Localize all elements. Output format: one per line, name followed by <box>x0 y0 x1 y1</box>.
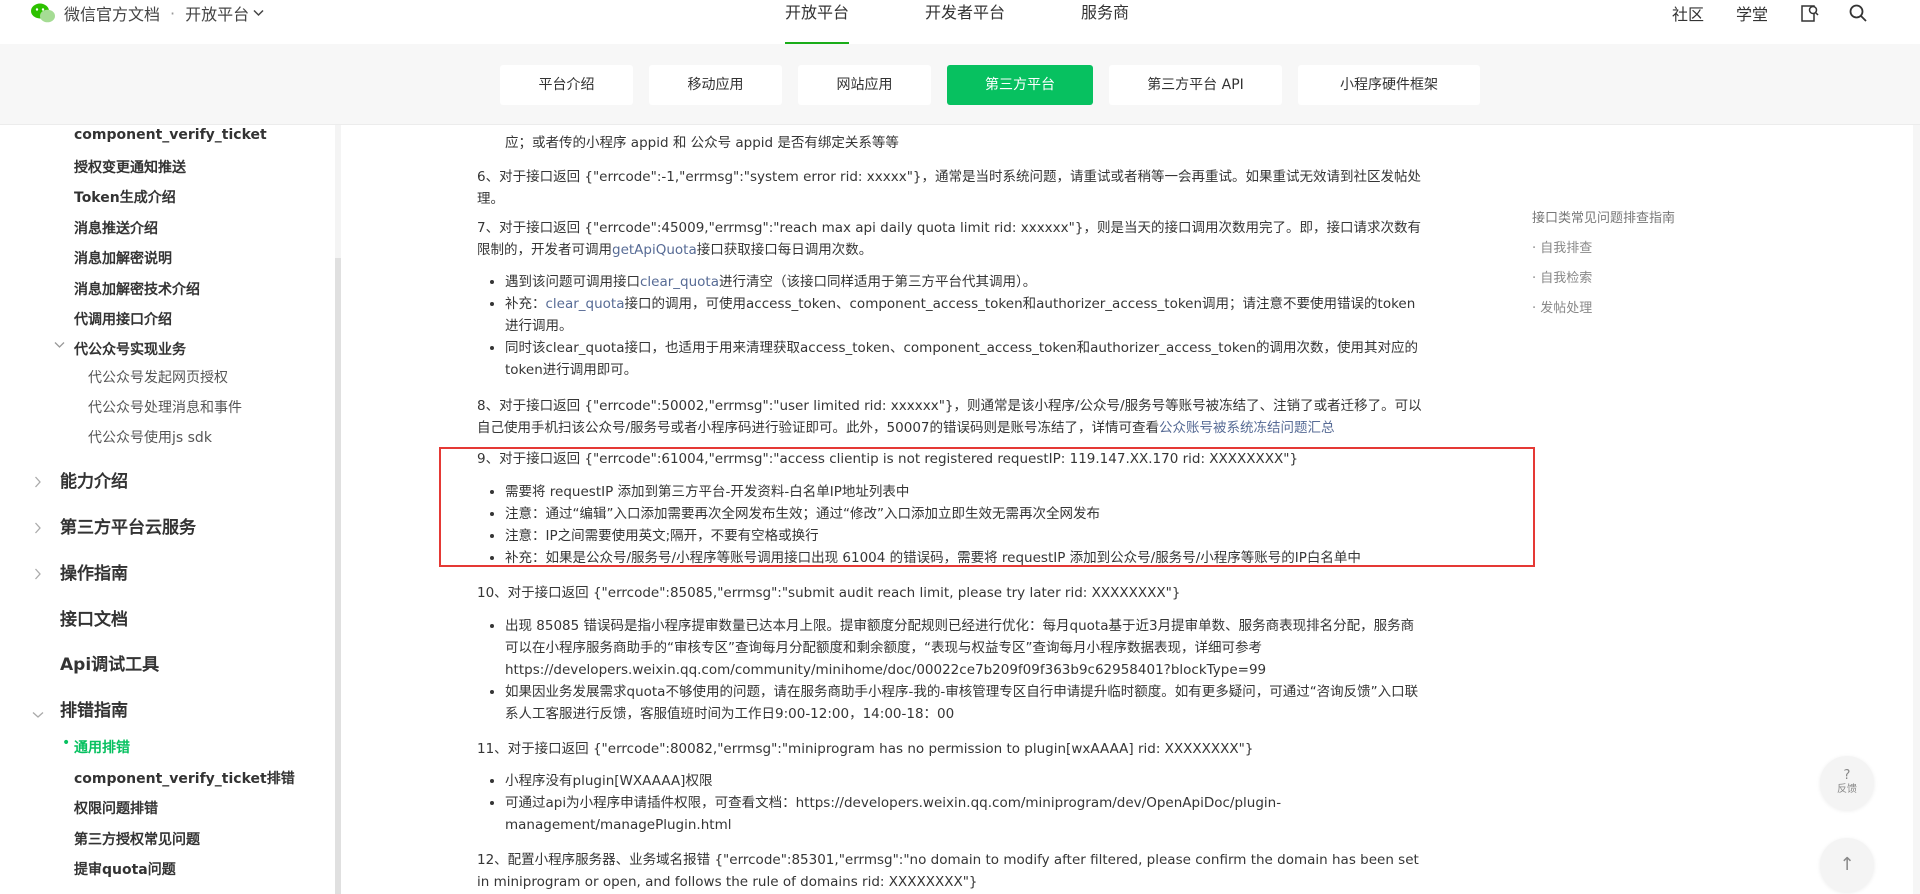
list-item-text: 补充： <box>505 296 546 312</box>
list-item-text: 遇到该问题可调用接口 <box>505 274 640 290</box>
getapiquota-link[interactable]: getApiQuota <box>612 242 697 258</box>
paragraph-7-text-end: 接口获取接口每日调用次数。 <box>696 242 873 258</box>
list-item: 同时该clear_quota接口，也适用于用来清理获取access_token、… <box>505 337 1427 381</box>
page-scrollbar[interactable] <box>1913 125 1920 894</box>
clear-quota-link[interactable]: clear_quota <box>640 274 719 290</box>
paragraph-11: 11、对于接口返回 {"errcode":80082,"errmsg":"min… <box>477 741 1254 757</box>
nav-service-provider[interactable]: 服务商 <box>1081 0 1129 44</box>
toc-item-self-search[interactable]: · 自我检索 <box>1532 266 1675 296</box>
top-header: 微信官方文档 · 开放平台 开放平台 开发者平台 服务商 社区 学堂 <box>0 0 1920 44</box>
tab-website-app[interactable]: 网站应用 <box>798 65 931 105</box>
sidebar-item-proxy-call[interactable]: 代调用接口介绍 <box>74 309 172 329</box>
toc-item-post[interactable]: · 发帖处理 <box>1532 296 1675 326</box>
sidebar-item-cloud-service[interactable]: 第三方平台云服务 <box>60 513 196 538</box>
paragraph-7-list: 遇到该问题可调用接口clear_quota进行清空（该接口同样适用于第三方平台代… <box>477 271 1427 381</box>
back-to-top-button[interactable]: ↑ <box>1820 838 1874 892</box>
sidebar-item-encryption[interactable]: 消息加解密说明 <box>74 248 172 268</box>
sidebar-item-message-push[interactable]: 消息推送介绍 <box>74 218 158 238</box>
nav-academy[interactable]: 学堂 <box>1736 1 1768 25</box>
sidebar-item-general-troubleshooting[interactable]: 通用排错 <box>74 737 130 757</box>
paragraph-12: 12、配置小程序服务器、业务域名报错 {"errcode":85301,"err… <box>477 852 1419 890</box>
sidebar-item-web-auth[interactable]: 代公众号发起网页授权 <box>88 367 228 387</box>
sidebar-scrollbar-thumb[interactable] <box>335 258 341 894</box>
clear-quota-link-2[interactable]: clear_quota <box>546 296 625 312</box>
sidebar-item-auth-faq[interactable]: 第三方授权常见问题 <box>74 829 200 849</box>
list-item: 出现 85085 错误码是指小程序提审数量已达本月上限。提审额度分配规则已经进行… <box>505 615 1427 681</box>
tab-third-party-platform[interactable]: 第三方平台 <box>947 65 1093 105</box>
brand-separator: · <box>170 3 176 23</box>
list-item: 可通过api为小程序申请插件权限，可查看文档：https://developer… <box>505 792 1427 836</box>
sidebar-item-capabilities[interactable]: 能力介绍 <box>60 467 128 492</box>
sidebar-item-messages-events[interactable]: 代公众号处理消息和事件 <box>88 397 242 417</box>
sidebar-item-quota[interactable]: 提审quota问题 <box>74 859 176 879</box>
chevron-right-icon <box>34 565 42 584</box>
main-nav: 开放平台 开发者平台 服务商 <box>785 0 1205 44</box>
sidebar-item-api-debug[interactable]: Api调试工具 <box>60 650 159 675</box>
paragraph-10: 10、对于接口返回 {"errcode":85085,"errmsg":"sub… <box>477 585 1181 601</box>
chevron-right-icon <box>34 519 42 538</box>
sidebar-item-js-sdk[interactable]: 代公众号使用js sdk <box>88 427 212 447</box>
list-item: 小程序没有plugin[WXAAAA]权限 <box>505 770 1427 792</box>
paragraph-8: 8、对于接口返回 {"errcode":50002,"errmsg":"user… <box>477 395 1427 439</box>
paragraph-10-list: 出现 85085 错误码是指小程序提审数量已达本月上限。提审额度分配规则已经进行… <box>477 615 1427 725</box>
sidebar-item-auth-change-push[interactable]: 授权变更通知推送 <box>74 157 186 177</box>
toc-title[interactable]: 接口类常见问题排查指南 <box>1532 206 1675 236</box>
list-item-text: 接口的调用，可使用access_token、component_access_t… <box>505 296 1416 334</box>
paragraph-7: 7、对于接口返回 {"errcode":45009,"errmsg":"reac… <box>477 217 1427 261</box>
sidebar-item-guide[interactable]: 操作指南 <box>60 559 128 584</box>
right-nav: 社区 学堂 <box>1672 0 1896 26</box>
question-icon: ? <box>1843 768 1851 783</box>
list-item-text: 进行清空（该接口同样适用于第三方平台代其调用）。 <box>719 274 1037 290</box>
sidebar-item-permission-troubleshooting[interactable]: 权限问题排错 <box>74 798 158 818</box>
paragraph-6: 6、对于接口返回 {"errcode":-1,"errmsg":"system … <box>477 169 1422 207</box>
chevron-down-icon <box>253 6 264 20</box>
sidebar: component_verify_ticket 授权变更通知推送 Token生成… <box>0 125 336 894</box>
brand-title: 微信官方文档 <box>64 5 161 24</box>
nav-community[interactable]: 社区 <box>1672 1 1704 25</box>
feedback-label: 反馈 <box>1837 784 1857 795</box>
chevron-right-icon <box>34 473 42 492</box>
tab-mobile-app[interactable]: 移动应用 <box>649 65 782 105</box>
tab-mini-program-hardware[interactable]: 小程序硬件框架 <box>1298 65 1480 105</box>
tab-third-party-api[interactable]: 第三方平台 API <box>1109 65 1282 105</box>
sidebar-item-troubleshooting[interactable]: 排错指南 <box>60 696 128 721</box>
table-of-contents: 接口类常见问题排查指南 · 自我排查 · 自我检索 · 发帖处理 <box>1532 206 1675 326</box>
paragraph-11-list: 小程序没有plugin[WXAAAA]权限 可通过api为小程序申请插件权限，可… <box>477 770 1427 836</box>
platform-menu[interactable]: 开放平台 <box>185 1 249 25</box>
chevron-down-icon <box>54 339 65 352</box>
nav-developer-platform[interactable]: 开发者平台 <box>925 0 1005 44</box>
paragraph-5-tail: 应；或者传的小程序 appid 和 公众号 appid 是否有绑定关系等等 <box>505 135 899 151</box>
highlight-box <box>439 447 1535 567</box>
sidebar-item-component-verify-ticket[interactable]: component_verify_ticket <box>74 127 267 143</box>
sidebar-item-encryption-tech[interactable]: 消息加解密技术介绍 <box>74 279 200 299</box>
arrow-up-icon: ↑ <box>1839 854 1855 875</box>
sub-nav-tabs: 平台介绍 移动应用 网站应用 第三方平台 第三方平台 API 小程序硬件框架 <box>500 65 1496 105</box>
active-dot-icon: • <box>62 735 71 751</box>
list-item: 补充：clear_quota接口的调用，可使用access_token、comp… <box>505 293 1427 337</box>
tab-platform-intro[interactable]: 平台介绍 <box>500 65 633 105</box>
sidebar-group-label: 代公众号实现业务 <box>74 342 186 358</box>
document-search-icon[interactable] <box>1800 3 1820 23</box>
sidebar-item-ticket-troubleshooting[interactable]: component_verify_ticket排错 <box>74 768 295 788</box>
feedback-button[interactable]: ? 反馈 <box>1820 756 1874 810</box>
sidebar-item-token[interactable]: Token生成介绍 <box>74 187 176 207</box>
list-item: 如果因业务发展需求quota不够使用的问题，请在服务商助手小程序-我的-审核管理… <box>505 681 1427 725</box>
sidebar-item-api-docs[interactable]: 接口文档 <box>60 605 128 630</box>
search-icon[interactable] <box>1848 3 1868 23</box>
sub-nav: 平台介绍 移动应用 网站应用 第三方平台 第三方平台 API 小程序硬件框架 <box>0 44 1920 125</box>
brand[interactable]: 微信官方文档 · 开放平台 <box>30 0 264 26</box>
sidebar-group-official-account[interactable]: 代公众号实现业务 <box>54 339 186 359</box>
list-item: 遇到该问题可调用接口clear_quota进行清空（该接口同样适用于第三方平台代… <box>505 271 1427 293</box>
wechat-logo-icon <box>31 3 55 23</box>
nav-open-platform[interactable]: 开放平台 <box>785 0 850 44</box>
toc-item-self-check[interactable]: · 自我排查 <box>1532 236 1675 266</box>
frozen-account-link[interactable]: 公众账号被系统冻结问题汇总 <box>1159 420 1335 436</box>
chevron-down-icon <box>32 704 44 723</box>
